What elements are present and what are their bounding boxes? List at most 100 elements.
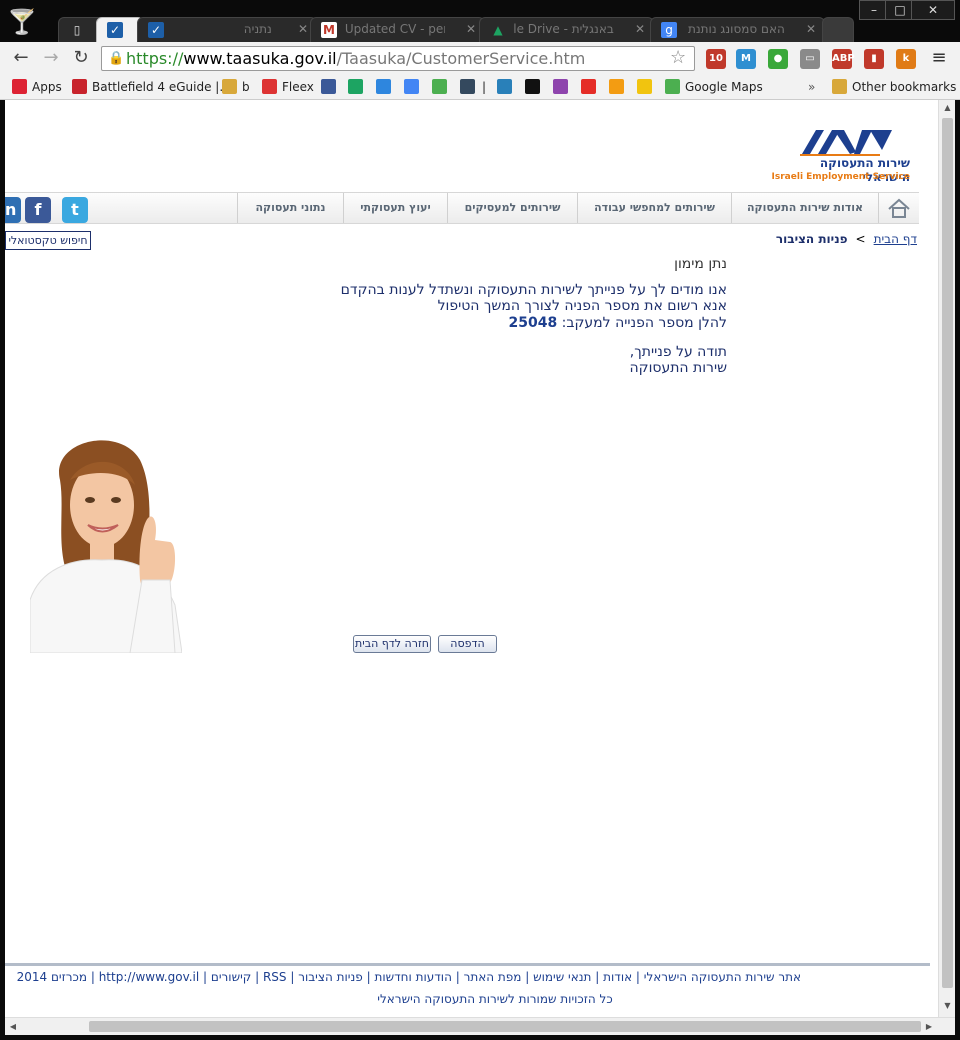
bookmark-item[interactable]: b bbox=[222, 78, 250, 96]
breadcrumb-current: פניות הציבור bbox=[775, 232, 848, 246]
bookmark-star-icon[interactable]: ☆ bbox=[670, 47, 686, 68]
other-bookmarks[interactable]: Other bookmarks bbox=[832, 78, 956, 96]
facebook-icon[interactable]: f bbox=[25, 197, 51, 223]
back-to-home-button[interactable]: חזרה לדף הבית bbox=[353, 635, 431, 653]
bookmark-item[interactable] bbox=[609, 78, 629, 96]
bookmark-item[interactable] bbox=[581, 78, 601, 96]
bookmark-label: | bbox=[482, 80, 487, 94]
new-tab-button[interactable] bbox=[822, 17, 854, 42]
breadcrumb-home-link[interactable]: דף הבית bbox=[874, 232, 917, 246]
address-bar[interactable]: 🔒 https://www.taasuka.gov.il/Taasuka/Cus… bbox=[101, 46, 695, 71]
google-icon: g bbox=[661, 22, 677, 38]
browser-tab-3[interactable]: ✓ נתניה ✕ bbox=[137, 17, 317, 42]
scroll-left-icon[interactable]: ◀ bbox=[5, 1019, 21, 1035]
gmail-ext-icon[interactable]: 10 bbox=[706, 49, 726, 69]
footer-copyright: כל הזכויות שמורות לשירות התעסוקה הישראלי bbox=[377, 992, 613, 1006]
tab-label: האם סמסונג נותנת או bbox=[685, 22, 785, 36]
flower-icon bbox=[553, 79, 568, 94]
m-ext-icon[interactable]: M bbox=[736, 49, 756, 69]
scroll-down-icon[interactable]: ▼ bbox=[939, 998, 956, 1014]
horizontal-scrollbar[interactable]: ◀ ▶ bbox=[5, 1017, 955, 1035]
print-button[interactable]: הדפסה bbox=[438, 635, 497, 653]
nav-about[interactable]: אודות שירות התעסוקה bbox=[731, 193, 878, 223]
scroll-up-icon[interactable]: ▲ bbox=[939, 100, 956, 116]
vertical-scrollbar[interactable]: ▲ ▼ bbox=[938, 100, 955, 1017]
k-ext-icon[interactable]: k bbox=[896, 49, 916, 69]
close-icon[interactable]: ✕ bbox=[806, 18, 816, 41]
bookmarks-more[interactable]: » bbox=[808, 78, 815, 96]
other-bookmarks-label: Other bookmarks bbox=[852, 80, 957, 94]
bookmark-item[interactable]: Battlefield 4 eGuide |... bbox=[72, 78, 231, 96]
linkedin-icon[interactable]: in bbox=[5, 197, 21, 223]
ticket-label: להלן מספר הפנייה למעקב: bbox=[561, 315, 727, 331]
url-path: /Taasuka/CustomerService.htm bbox=[336, 49, 586, 68]
text-search-button[interactable]: חיפוש טקסטואלי bbox=[5, 231, 91, 250]
bookmark-item[interactable] bbox=[348, 78, 368, 96]
bookmark-item[interactable]: | bbox=[482, 78, 486, 96]
adblock-ext-icon[interactable]: ABP bbox=[832, 49, 855, 69]
thanks-line: תודה על פנייתך, bbox=[629, 344, 727, 360]
close-icon[interactable]: ✕ bbox=[635, 18, 645, 41]
lock-icon: 🔒 bbox=[108, 51, 125, 66]
menu-icon[interactable]: ≡ bbox=[930, 48, 948, 68]
browser-tab-4[interactable]: M Updated CV - peryum ✕ bbox=[310, 17, 485, 42]
url-host: www.taasuka.gov.il bbox=[183, 49, 337, 68]
bookmark-label: Google Maps bbox=[685, 80, 763, 94]
site-logo[interactable]: שירות התעסוקה הישראלי Israeli Employment… bbox=[770, 126, 910, 186]
bookmark-item[interactable] bbox=[404, 78, 424, 96]
apps-icon bbox=[12, 79, 27, 94]
forward-button[interactable]: → bbox=[40, 47, 62, 69]
folder-icon bbox=[832, 79, 847, 94]
bookmark-label: Apps bbox=[32, 80, 62, 94]
close-icon[interactable]: ✕ bbox=[466, 18, 476, 41]
bookmark-item[interactable] bbox=[460, 78, 480, 96]
bookmark-item[interactable] bbox=[637, 78, 657, 96]
close-window-button[interactable]: ✕ bbox=[911, 0, 955, 20]
evernote-ext-icon[interactable]: ● bbox=[768, 49, 788, 69]
url-protocol: https:// bbox=[126, 49, 184, 68]
bookmark-item[interactable] bbox=[432, 78, 452, 96]
scroll-right-icon[interactable]: ▶ bbox=[921, 1019, 937, 1035]
bookmark-item[interactable]: Google Maps bbox=[665, 78, 763, 96]
bookmark-item[interactable]: Fleex bbox=[262, 78, 314, 96]
nav-career-counseling[interactable]: יעוץ תעסוקתי bbox=[343, 193, 447, 223]
window-frame-left bbox=[0, 100, 5, 1040]
twitter-icon[interactable]: t bbox=[62, 197, 88, 223]
browser-tab-6[interactable]: g האם סמסונג נותנת או ✕ bbox=[650, 17, 825, 42]
vertical-scroll-thumb[interactable] bbox=[942, 118, 953, 988]
bookmark-item[interactable] bbox=[497, 78, 517, 96]
home-nav-button[interactable] bbox=[878, 193, 919, 223]
home-icon bbox=[888, 198, 910, 218]
cast-ext-icon[interactable]: ▭ bbox=[800, 49, 820, 69]
tab-label: באנגלית - Google Drive bbox=[513, 22, 614, 36]
circle-icon bbox=[609, 79, 624, 94]
bookmark-item[interactable] bbox=[321, 78, 341, 96]
main-nav: in f t נתוני תעסוקה יעוץ תעסוקתי שירותים… bbox=[5, 192, 919, 224]
signature-line: שירות התעסוקה bbox=[629, 360, 727, 376]
nav-job-seeker-services[interactable]: שירותים למחפשי עבודה bbox=[577, 193, 731, 223]
bookmark-item[interactable] bbox=[376, 78, 396, 96]
bookmark-item[interactable]: Apps bbox=[12, 78, 62, 96]
reload-button[interactable]: ↻ bbox=[70, 47, 92, 69]
nav-employer-services[interactable]: שירותים למעסיקים bbox=[447, 193, 577, 223]
back-button[interactable]: ← bbox=[10, 47, 32, 69]
folder-icon bbox=[222, 79, 237, 94]
bookmark-item[interactable] bbox=[553, 78, 573, 96]
browser-tab-5[interactable]: ▲ באנגלית - Google Drive ✕ bbox=[479, 17, 654, 42]
window-frame-right bbox=[955, 100, 960, 1040]
checkmark-icon: ✓ bbox=[107, 22, 123, 38]
ticket-number: 25048 bbox=[508, 315, 558, 331]
window-frame-bottom bbox=[0, 1035, 960, 1040]
breadcrumb: דף הבית > פניות הציבור bbox=[705, 232, 917, 250]
maps-icon bbox=[665, 79, 680, 94]
nav-employment-data[interactable]: נתוני תעסוקה bbox=[237, 193, 343, 223]
horizontal-scroll-thumb[interactable] bbox=[89, 1021, 921, 1032]
book-ext-icon[interactable]: ▮ bbox=[864, 49, 884, 69]
message-line-1: אנו מודים לך על פנייתך לשירות התעסוקה ונ… bbox=[340, 282, 727, 298]
close-icon[interactable]: ✕ bbox=[298, 18, 308, 41]
i-icon bbox=[525, 79, 540, 94]
footer-links[interactable]: אתר שירות התעסוקה הישראלי | אודות | תנאי… bbox=[17, 970, 801, 984]
bookmark-item[interactable] bbox=[525, 78, 545, 96]
breadcrumb-separator: > bbox=[855, 232, 866, 246]
pinterest-icon bbox=[72, 79, 87, 94]
